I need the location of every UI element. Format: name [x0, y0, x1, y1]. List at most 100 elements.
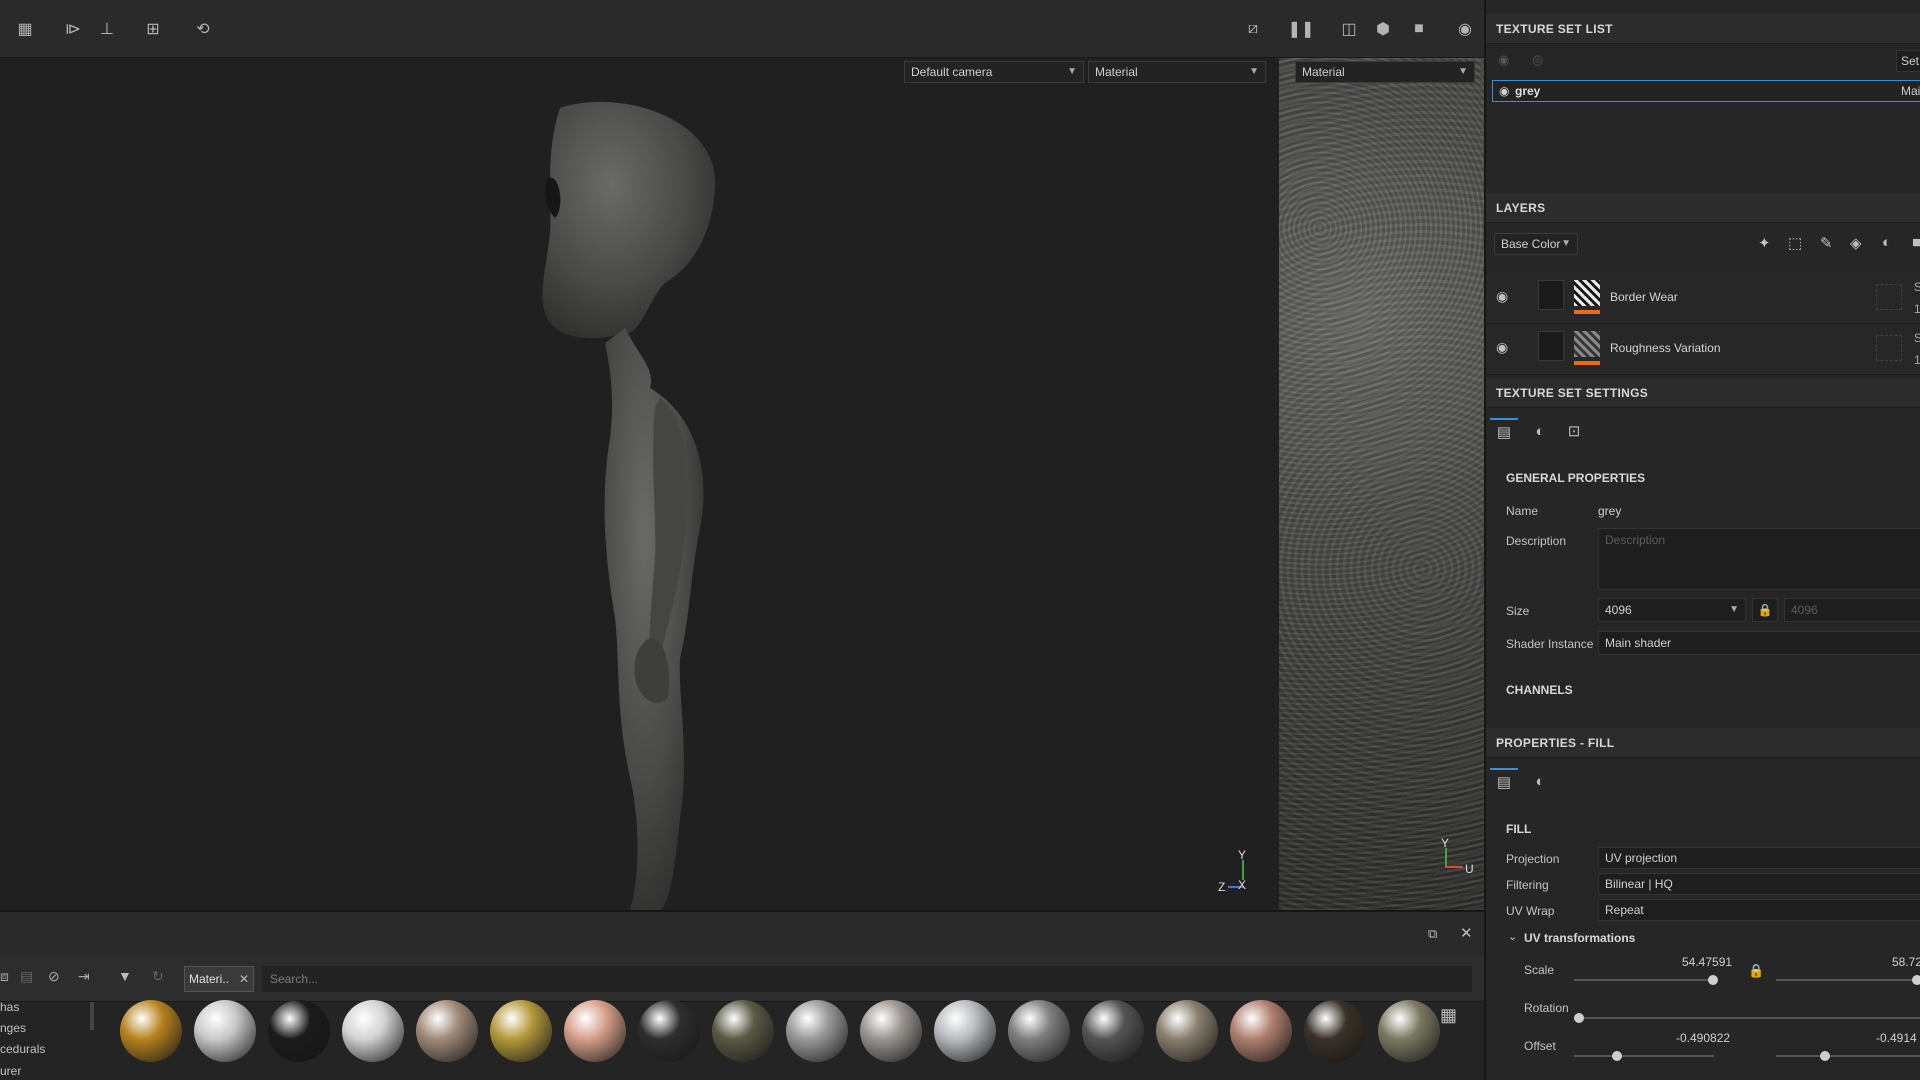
material-thumbnail[interactable] [1304, 1000, 1366, 1062]
camera-icon[interactable]: ■ [1406, 16, 1432, 42]
layers-header: LAYERS [1486, 193, 1920, 223]
add-icon[interactable]: ⊞ [140, 16, 166, 42]
chevron-down-icon: ▼ [1458, 66, 1468, 77]
fill-settings-tab-icon[interactable]: ▤ [1490, 768, 1518, 794]
eye-icon[interactable]: ◉ [1498, 52, 1509, 68]
export-icon[interactable]: ⇥ [78, 968, 90, 985]
shader-tab-icon[interactable]: ◐ [1526, 418, 1554, 444]
shelf-category[interactable]: cedurals [0, 1042, 45, 1056]
eye-icon[interactable]: ◉ [1499, 84, 1509, 98]
chevron-down-icon: ▼ [1561, 238, 1571, 249]
material-thumbnail[interactable] [1156, 1000, 1218, 1062]
align-icon[interactable]: ⊥ [94, 16, 120, 42]
filtering-select[interactable]: Bilinear | HQ [1598, 873, 1920, 895]
material-thumbnail[interactable] [786, 1000, 848, 1062]
rotation-slider-track[interactable] [1574, 1017, 1920, 1019]
offset-slider-track-2[interactable] [1776, 1055, 1920, 1057]
fill-material-tab-icon[interactable]: ◐ [1526, 768, 1554, 794]
layer-mask-thumb [1538, 331, 1564, 361]
layer-mask-thumb [1538, 280, 1564, 310]
material-thumbnail[interactable] [490, 1000, 552, 1062]
history-icon[interactable]: ⟲ [190, 16, 216, 42]
shelf-category[interactable]: has [0, 1000, 19, 1014]
shelf-search-input[interactable]: Search... [262, 966, 1472, 992]
pause-icon[interactable]: ❚❚ [1288, 16, 1315, 42]
channel-select[interactable]: Base Color ▼ [1494, 233, 1578, 255]
material-thumbnail[interactable] [268, 1000, 330, 1062]
material-thumbnail[interactable] [638, 1000, 700, 1062]
lock-icon[interactable]: 🔒 [1748, 963, 1764, 979]
texture-set-item[interactable]: ◉ grey Main [1492, 80, 1920, 102]
screenshot-icon[interactable]: ◉ [1452, 16, 1478, 42]
texture-set-settings-button[interactable]: Set [1896, 50, 1920, 72]
eye-outline-icon[interactable]: ◎ [1532, 52, 1543, 68]
eye-icon[interactable]: ◉ [1496, 288, 1508, 305]
scale-slider-knob[interactable] [1708, 975, 1718, 985]
material-icon[interactable]: ◐ [1882, 234, 1891, 251]
lock-icon[interactable]: 🔒 [1752, 598, 1778, 622]
close-icon[interactable]: ✕ [239, 967, 249, 991]
chevron-down-icon[interactable]: ⌄ [1508, 930, 1517, 943]
uv-transformations-toggle[interactable]: UV transformations [1524, 931, 1635, 945]
material-thumbnail[interactable] [860, 1000, 922, 1062]
import-icon[interactable]: ⧈ [0, 968, 9, 985]
symmetry-icon[interactable]: ⧐ [60, 16, 86, 42]
split-view-icon[interactable]: ◫ [1336, 16, 1362, 42]
3d-viewport[interactable]: Default camera ▼ Material ▼ Y Z X [0, 58, 1278, 910]
layer-color-bar [1574, 361, 1600, 365]
shader-instance-field[interactable]: Main shader [1598, 631, 1920, 655]
shelf-search-bar: ⧈ ▤ ⊘ ⇥ ▼ ↻ Materi.. ✕ Search... [0, 956, 1484, 1002]
paint-icon[interactable]: ✎ [1820, 234, 1833, 252]
right-panel: TEXTURE SET LIST ◉ ◎ Set ◉ grey Main LAY… [1484, 0, 1920, 1080]
description-field[interactable]: Description [1598, 528, 1920, 590]
material-thumbnail[interactable] [934, 1000, 996, 1062]
tss-tabs: ▤ ◐ ⊡ [1486, 412, 1920, 448]
scale-slider-track[interactable] [1574, 979, 1714, 981]
shelf-category[interactable]: nges [0, 1021, 26, 1035]
material-thumbnail[interactable] [1082, 1000, 1144, 1062]
filter-icon[interactable]: ▼ [118, 968, 132, 984]
shelf-top-bar: ⧉ ✕ [0, 912, 1484, 956]
uv-tab-icon[interactable]: ⊡ [1560, 418, 1588, 444]
material-thumbnail[interactable] [342, 1000, 404, 1062]
material-thumbnail[interactable] [712, 1000, 774, 1062]
settings-tab-icon[interactable]: ▤ [1490, 418, 1518, 444]
hide-icon[interactable]: ⊘ [48, 968, 60, 985]
fill-icon[interactable]: ◈ [1850, 234, 1862, 252]
material-thumbnail[interactable] [1378, 1000, 1440, 1062]
projection-select[interactable]: UV projection [1598, 847, 1920, 869]
folder-icon[interactable]: ■ [1912, 234, 1920, 251]
rotation-slider-knob[interactable] [1574, 1013, 1584, 1023]
magic-wand-icon[interactable]: ✦ [1758, 234, 1771, 252]
material-thumbnail[interactable] [1230, 1000, 1292, 1062]
grid-view-icon[interactable]: ▦ [1440, 1005, 1457, 1026]
scale-slider-knob-2[interactable] [1912, 975, 1920, 985]
hide-icon[interactable]: ⧄ [1240, 16, 1266, 42]
layer-row[interactable]: ◉ Border Wear S 1 [1486, 274, 1920, 324]
shelf-category[interactable]: urer [0, 1064, 21, 1078]
uv-mode-select[interactable]: Material ▼ [1295, 61, 1475, 83]
eye-icon[interactable]: ◉ [1496, 339, 1508, 356]
2d-texture-view[interactable]: Material ▼ Y U [1279, 58, 1484, 910]
size-select[interactable]: 4096 ▼ [1598, 598, 1746, 622]
material-thumbnail[interactable] [1008, 1000, 1070, 1062]
offset-slider-knob-2[interactable] [1820, 1051, 1830, 1061]
close-icon[interactable]: ✕ [1460, 924, 1473, 942]
refresh-icon[interactable]: ↻ [152, 968, 164, 985]
cube-icon[interactable]: ⬢ [1370, 16, 1396, 42]
material-thumbnail[interactable] [564, 1000, 626, 1062]
chevron-down-icon: ▼ [1729, 604, 1739, 615]
add-mask-icon[interactable]: ⬚ [1788, 234, 1802, 252]
maximize-icon[interactable]: ⧉ [1428, 926, 1437, 942]
material-thumbnail[interactable] [416, 1000, 478, 1062]
grid-icon[interactable]: ▦ [12, 16, 38, 42]
material-thumbnail[interactable] [120, 1000, 182, 1062]
save-icon[interactable]: ▤ [20, 968, 33, 985]
uv-wrap-select[interactable]: Repeat [1598, 899, 1920, 921]
scale-slider-track-2[interactable] [1776, 979, 1920, 981]
offset-slider-knob[interactable] [1612, 1051, 1622, 1061]
filter-chip[interactable]: Materi.. ✕ [184, 966, 254, 992]
offset-slider-track[interactable] [1574, 1055, 1714, 1057]
layer-row[interactable]: ◉ Roughness Variation S 1 [1486, 325, 1920, 375]
material-thumbnail[interactable] [194, 1000, 256, 1062]
